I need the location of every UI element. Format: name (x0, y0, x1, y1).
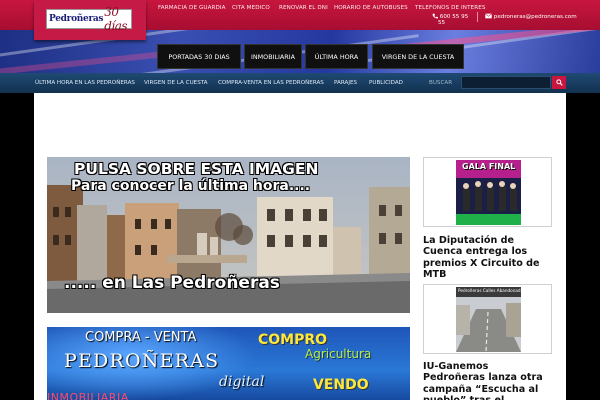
logo-word: Pedroñeras (49, 14, 104, 24)
contact-phone: 600 55 95 (432, 13, 468, 20)
banner2-line3: digital (219, 374, 265, 390)
sidebar-article-title-2[interactable]: IU-Ganemos Pedroñeras lanza otra campaña… (423, 361, 553, 400)
street-label: Pedroñeras Calles Abandonadas (458, 288, 526, 293)
banner2-line1: COMPRA - VENTA (85, 330, 197, 345)
banner2-agricultura: Agricultura (305, 347, 372, 361)
banner2-compro: COMPRO (258, 332, 328, 348)
banner2-vendo: VENDO (313, 377, 369, 393)
compra-venta-banner[interactable]: COMPRA - VENTA PEDROÑERAS digital INMOBI… (47, 327, 410, 400)
mail-icon (485, 13, 492, 19)
toplink-telefonos[interactable]: TELEFONOS DE INTERES (415, 5, 486, 11)
logo-num: 30 días (104, 5, 128, 33)
subnav-ultima-hora[interactable]: ÚLTIMA HORA EN LAS PEDROÑERAS (35, 80, 135, 86)
subnav-virgen[interactable]: VIRGEN DE LA CUESTA (144, 80, 208, 86)
toplink-cita-medico[interactable]: CITA MEDICO (232, 5, 270, 11)
phone-icon (432, 13, 438, 19)
nav-ultima-hora[interactable]: ÚLTIMA HORA (305, 44, 368, 69)
contact-divider (477, 12, 478, 22)
contact-phone-line2: 55 (438, 20, 446, 26)
banner1-line3: ..... en Las Pedroñeras (64, 273, 280, 293)
street-photo (456, 287, 521, 352)
sidebar-article-title-1[interactable]: La Diputación de Cuenca entrega los prem… (423, 235, 553, 281)
toplink-autobuses[interactable]: HORARIO DE AUTOBUSES (334, 5, 408, 11)
contact-email-text: pedroneras@pedroneras.com (493, 14, 577, 20)
search-label: BUSCAR (429, 80, 453, 86)
subnav-parajes[interactable]: PARAJES (334, 80, 357, 86)
search-icon (555, 79, 563, 86)
subnav-compra-venta[interactable]: COMPRA-VENTA EN LAS PEDROÑERAS (218, 80, 324, 86)
search-input[interactable] (461, 76, 551, 89)
site-logo[interactable]: Pedroñeras 30 días (34, 0, 146, 40)
logo-plate: Pedroñeras 30 días (46, 5, 132, 33)
nav-portadas[interactable]: PORTADAS 30 DIAS (157, 44, 241, 69)
nav-virgen-cuesta[interactable]: VIRGEN DE LA CUESTA (372, 44, 464, 69)
sidebar-thumb-1[interactable]: GALA FINAL (423, 157, 552, 227)
banner1-line1: PULSA SOBRE ESTA IMAGEN (74, 160, 319, 178)
banner2-line2: PEDROÑERAS (64, 350, 220, 372)
ultima-hora-banner[interactable]: PULSA SOBRE ESTA IMAGEN Para conocer la … (47, 157, 410, 313)
banner2-line4: INMOBILIARIA (47, 391, 129, 400)
banner1-line2: Para conocer la última hora.... (71, 178, 311, 194)
toplink-dni[interactable]: RENOVAR EL DNI (279, 5, 328, 11)
gala-label: GALA FINAL (462, 162, 516, 171)
search-button[interactable] (552, 76, 566, 89)
sidebar-thumb-2[interactable]: Pedroñeras Calles Abandonadas (423, 284, 552, 354)
subnav-publicidad[interactable]: PUBLICIDAD (369, 80, 403, 86)
nav-inmobiliaria[interactable]: INMOBILIARIA (244, 44, 302, 69)
toplink-farmacia[interactable]: FARMACIA DE GUARDIA (158, 5, 226, 11)
contact-email[interactable]: pedroneras@pedroneras.com (485, 13, 577, 20)
